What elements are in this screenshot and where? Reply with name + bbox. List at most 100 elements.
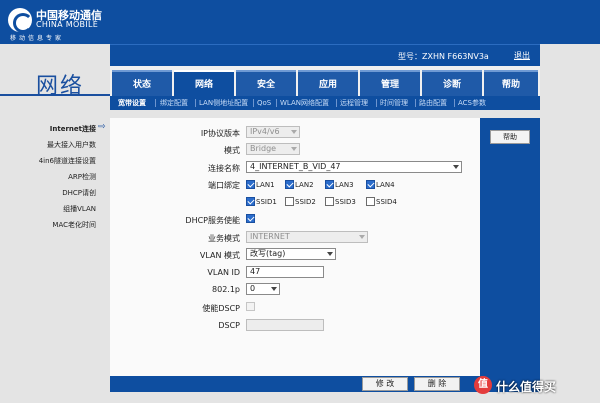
lan4-label: LAN4 — [376, 181, 395, 189]
model-label: 型号：ZXHN F663NV3a — [398, 52, 489, 61]
dscp-label: DSCP — [218, 321, 240, 330]
header-right-strip — [540, 0, 600, 44]
tab-help[interactable]: 帮助 — [484, 70, 538, 96]
nav-item-mac-aging[interactable]: MAC老化时间 — [0, 220, 96, 230]
chevron-down-icon — [271, 287, 277, 291]
vlan-mode-label: VLAN 模式 — [199, 251, 240, 260]
ssid4-checkbox[interactable] — [366, 197, 375, 206]
tab-management[interactable]: 管理 — [360, 70, 420, 96]
tab-diagnosis[interactable]: 诊断 — [422, 70, 482, 96]
sub-divider — [195, 99, 196, 107]
modify-button[interactable]: 修 改 — [362, 377, 408, 391]
ssid2-label: SSID2 — [295, 198, 316, 206]
dhcp-service-checkbox[interactable] — [246, 214, 255, 223]
section-title: 网络 — [36, 74, 85, 99]
ssid1-checkbox[interactable] — [246, 197, 255, 206]
connection-name-value: 4_INTERNET_B_VID_47 — [250, 162, 341, 171]
ssid3-checkbox[interactable] — [325, 197, 334, 206]
vlan-mode-value: 改写(tag) — [250, 249, 286, 258]
chevron-down-icon — [291, 130, 297, 134]
vlan-mode-select[interactable]: 改写(tag) — [246, 248, 336, 260]
subtab-remote-mgmt[interactable]: 远程管理 — [340, 97, 368, 109]
nav-item-dhcp[interactable]: DHCP请创 — [0, 188, 96, 198]
lan3-label: LAN3 — [335, 181, 354, 189]
subtab-binding[interactable]: 绑定配置 — [160, 97, 188, 109]
model-bar: 型号：ZXHN F663NV3a 退出 — [110, 44, 540, 66]
mode-select[interactable]: Bridge — [246, 143, 300, 155]
subtab-time-mgmt[interactable]: 时间管理 — [380, 97, 408, 109]
ssid2-checkbox[interactable] — [285, 197, 294, 206]
left-nav: Internet连接 ⇨ 最大接入用户数 4in6隧道连接设置 ARP检测 DH… — [0, 110, 110, 385]
brand-name-en: CHINA MOBILE — [36, 20, 99, 29]
tab-application[interactable]: 应用 — [298, 70, 358, 96]
nav-item-internet[interactable]: Internet连接 — [0, 124, 96, 134]
sub-divider — [155, 99, 156, 107]
chevron-down-icon — [327, 252, 333, 256]
logo-icon — [8, 8, 33, 33]
subtab-acs[interactable]: ACS参数 — [458, 97, 486, 109]
service-mode-select[interactable]: INTERNET — [246, 231, 368, 243]
chevron-down-icon — [453, 165, 459, 169]
p8021-label: 802.1p — [212, 285, 240, 294]
help-button[interactable]: 帮助 — [490, 130, 530, 144]
section-header: 网络 — [0, 44, 110, 99]
tab-status[interactable]: 状态 — [112, 70, 172, 96]
watermark-text: 什么值得买 — [496, 380, 557, 394]
watermark-badge: 值 — [474, 376, 492, 394]
connection-form: IP协议版本 IPv4/v6 模式 Bridge 连接名称 4_INTERNET… — [110, 118, 480, 378]
sub-tab-bar: 宽带设置 绑定配置 LAN侧地址配置 QoS WLAN网络配置 远程管理 时间管… — [110, 96, 540, 110]
subtab-lan-address[interactable]: LAN侧地址配置 — [199, 97, 248, 109]
sub-divider — [336, 99, 337, 107]
nav-item-4in6-tunnel[interactable]: 4in6隧道连接设置 — [0, 156, 96, 166]
help-panel: 帮助 — [480, 118, 540, 388]
p8021-select[interactable]: 0 — [246, 283, 280, 295]
router-admin-page: 中国移动通信 CHINA MOBILE 移动信息专家 网络 型号：ZXHN F6… — [0, 0, 600, 403]
service-mode-value: INTERNET — [250, 232, 290, 241]
ssid3-label: SSID3 — [335, 198, 356, 206]
tab-network[interactable]: 网络 — [174, 70, 234, 96]
subtab-routing[interactable]: 路由配置 — [419, 97, 447, 109]
lan1-label: LAN1 — [256, 181, 275, 189]
lan2-checkbox[interactable] — [285, 180, 294, 189]
ssid1-label: SSID1 — [256, 198, 277, 206]
service-mode-label: 业务模式 — [208, 234, 240, 243]
enable-dscp-checkbox[interactable] — [246, 302, 255, 311]
main-tab-bar: 状态 网络 安全 应用 管理 诊断 帮助 — [110, 66, 540, 96]
chevron-down-icon — [359, 235, 365, 239]
enable-dscp-label: 使能DSCP — [202, 304, 240, 313]
mode-value: Bridge — [250, 144, 277, 153]
mode-label: 模式 — [224, 146, 240, 155]
ip-version-label: IP协议版本 — [200, 129, 240, 138]
sub-divider — [276, 99, 277, 107]
lan3-checkbox[interactable] — [325, 180, 334, 189]
dscp-input[interactable] — [246, 319, 324, 331]
page-right-margin — [540, 44, 600, 403]
sub-divider — [376, 99, 377, 107]
connection-name-select[interactable]: 4_INTERNET_B_VID_47 — [246, 161, 462, 173]
lan4-checkbox[interactable] — [366, 180, 375, 189]
lan2-label: LAN2 — [295, 181, 314, 189]
vlan-id-label: VLAN ID — [207, 268, 240, 277]
chevron-down-icon — [291, 147, 297, 151]
top-banner: 中国移动通信 CHINA MOBILE 移动信息专家 — [0, 0, 600, 44]
nav-item-multicast-vlan[interactable]: 组播VLAN — [0, 204, 96, 214]
port-binding-label: 端口绑定 — [208, 181, 240, 190]
lan1-checkbox[interactable] — [246, 180, 255, 189]
sub-divider — [454, 99, 455, 107]
vlan-id-input[interactable]: 47 — [246, 266, 324, 278]
sub-divider — [253, 99, 254, 107]
ip-version-select[interactable]: IPv4/v6 — [246, 126, 300, 138]
tab-security[interactable]: 安全 — [236, 70, 296, 96]
delete-button[interactable]: 删 除 — [414, 377, 460, 391]
connection-name-label: 连接名称 — [208, 164, 240, 173]
nav-item-arp[interactable]: ARP检测 — [0, 172, 96, 182]
dhcp-service-label: DHCP服务使能 — [185, 216, 240, 225]
nav-item-max-users[interactable]: 最大接入用户数 — [0, 140, 96, 150]
subtab-wlan[interactable]: WLAN网络配置 — [280, 97, 329, 109]
subtab-broadband[interactable]: 宽带设置 — [118, 97, 146, 109]
ip-version-value: IPv4/v6 — [250, 127, 280, 136]
watermark: 值 什么值得买 — [474, 375, 600, 397]
ssid4-label: SSID4 — [376, 198, 397, 206]
subtab-qos[interactable]: QoS — [257, 97, 271, 109]
logout-link[interactable]: 退出 — [514, 50, 530, 61]
